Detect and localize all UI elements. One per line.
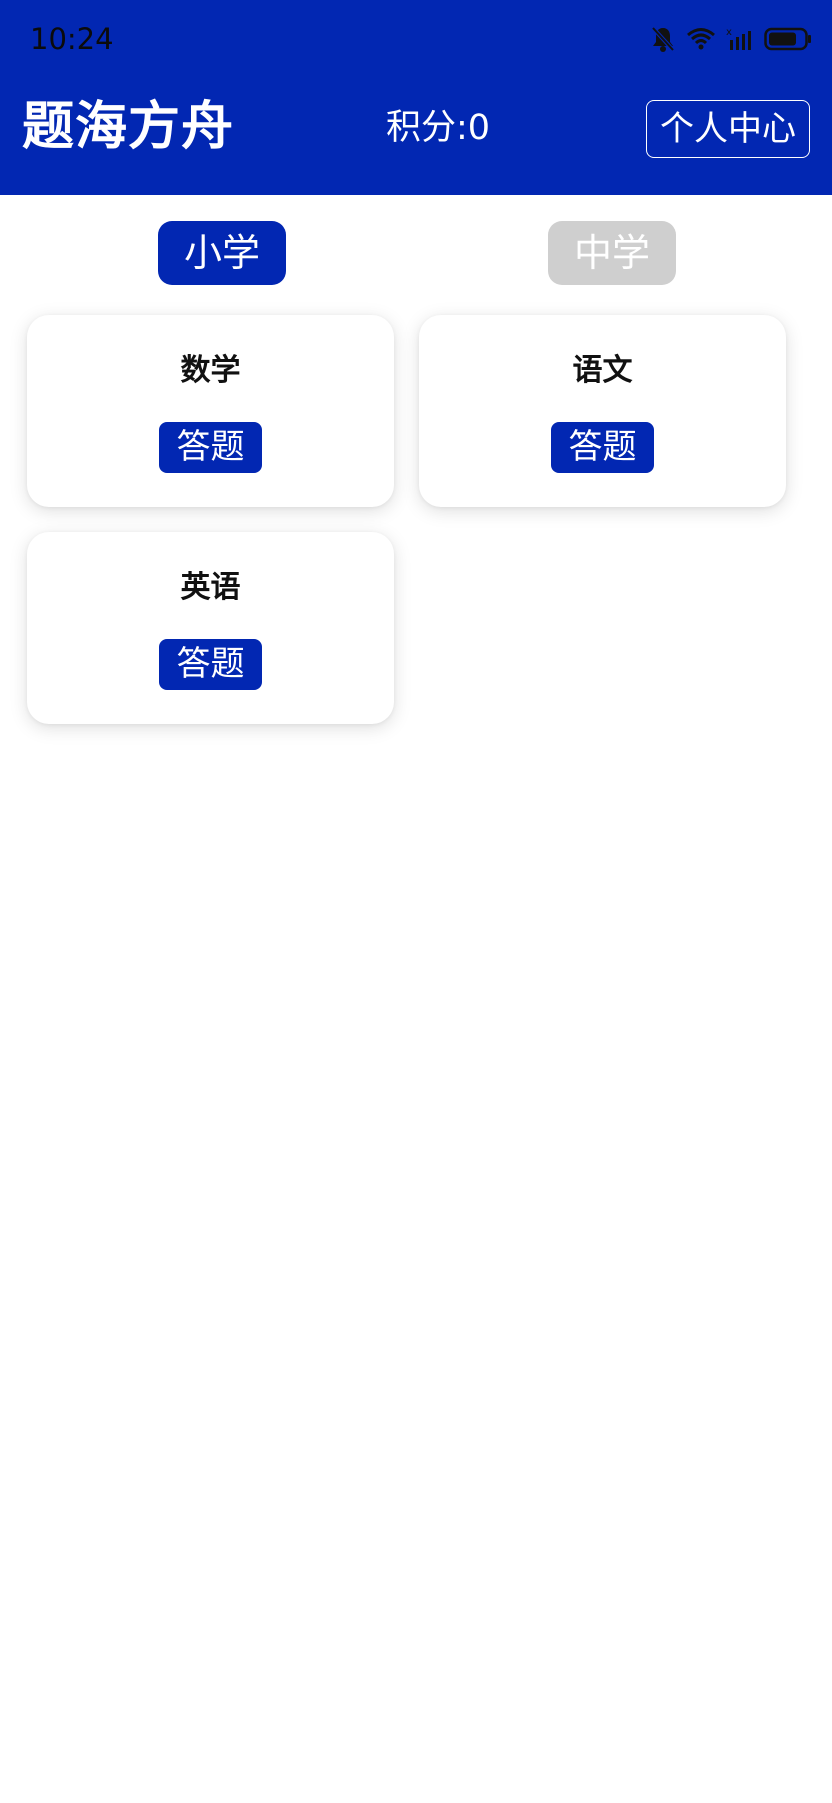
app-title: 题海方舟 (22, 97, 235, 157)
score-label: 积分:0 (386, 108, 491, 148)
subject-card-english: 英语 答题 (27, 532, 394, 724)
signal-icon: x (726, 26, 754, 52)
status-time: 10:24 (30, 22, 114, 56)
app-header: 10:24 x 题海方舟 积分:0 个人中心 (0, 0, 832, 195)
subject-title: 数学 (180, 353, 241, 388)
profile-center-button[interactable]: 个人中心 (646, 100, 810, 158)
svg-text:x: x (726, 27, 732, 38)
wifi-icon (686, 27, 716, 51)
subject-title: 英语 (180, 570, 241, 605)
tab-primary-school[interactable]: 小学 (158, 221, 286, 285)
battery-icon (764, 27, 812, 51)
status-bar: 10:24 x (0, 0, 832, 60)
tab-middle-school[interactable]: 中学 (548, 221, 676, 285)
subject-title: 语文 (572, 353, 633, 388)
answer-button[interactable]: 答题 (551, 422, 654, 473)
status-icons: x (650, 22, 812, 56)
answer-button[interactable]: 答题 (159, 639, 262, 690)
subject-card-chinese: 语文 答题 (419, 315, 786, 507)
subject-card-math: 数学 答题 (27, 315, 394, 507)
mute-bell-icon (650, 25, 676, 53)
answer-button[interactable]: 答题 (159, 422, 262, 473)
